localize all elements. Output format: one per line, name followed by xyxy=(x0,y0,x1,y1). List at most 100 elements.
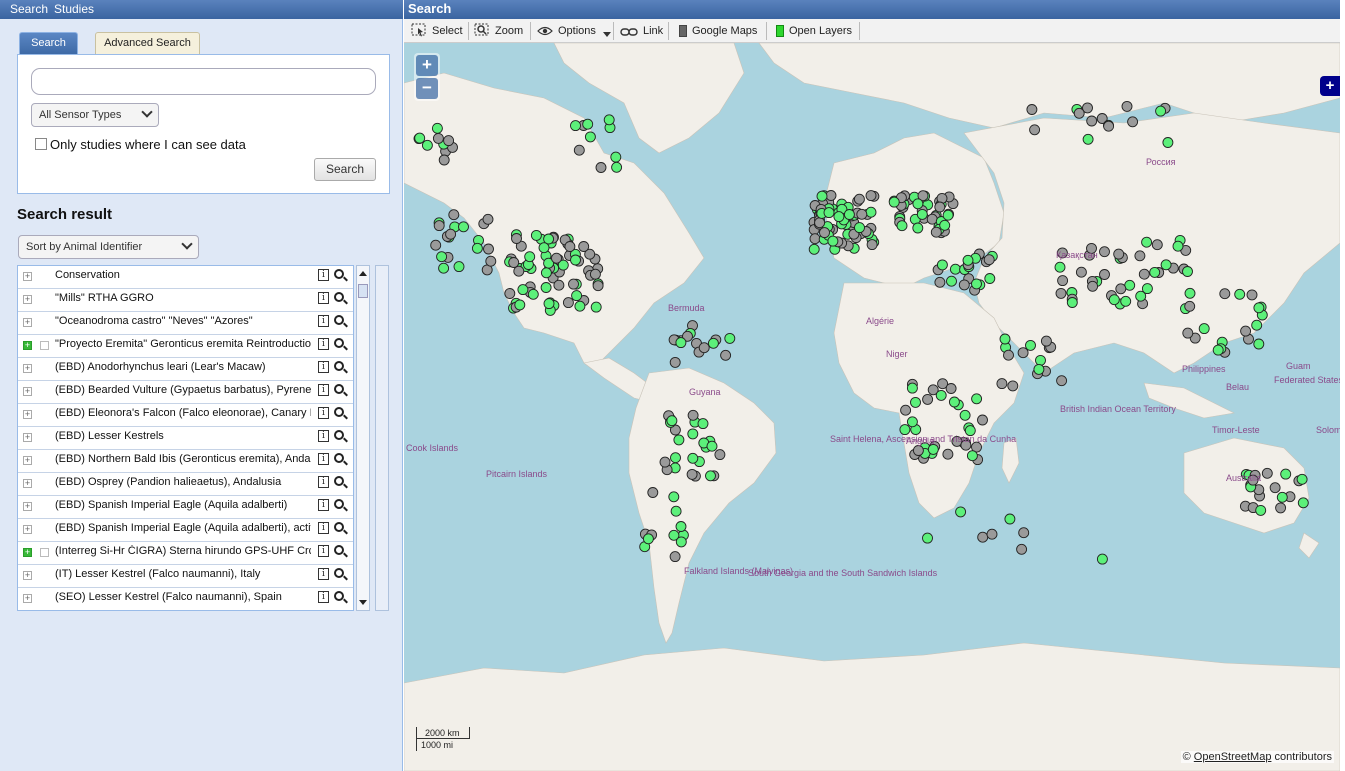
study-marker[interactable] xyxy=(946,275,957,287)
study-marker[interactable] xyxy=(1184,287,1196,299)
study-marker[interactable] xyxy=(1108,294,1120,306)
study-marker[interactable] xyxy=(809,233,821,245)
study-marker[interactable] xyxy=(527,288,539,300)
study-marker[interactable] xyxy=(590,301,602,313)
zoom-to-study-icon[interactable] xyxy=(334,522,344,532)
study-marker[interactable] xyxy=(854,222,865,234)
study-marker[interactable] xyxy=(1086,115,1098,127)
study-marker[interactable] xyxy=(1004,513,1016,525)
study-marker[interactable] xyxy=(675,536,687,548)
study-marker[interactable] xyxy=(668,491,680,503)
study-marker[interactable] xyxy=(482,213,494,225)
expand-icon[interactable]: + xyxy=(23,525,32,534)
open-layers-button[interactable]: Open Layers xyxy=(776,23,852,39)
study-marker[interactable] xyxy=(999,333,1011,345)
study-marker[interactable] xyxy=(934,276,946,288)
study-marker[interactable] xyxy=(705,470,716,482)
row-checkbox[interactable] xyxy=(40,341,49,350)
study-marker[interactable] xyxy=(592,280,604,292)
study-marker[interactable] xyxy=(866,239,878,251)
study-marker[interactable] xyxy=(986,528,998,540)
study-marker[interactable] xyxy=(930,226,942,238)
study-marker[interactable] xyxy=(453,261,465,273)
expand-icon[interactable]: + xyxy=(23,341,32,350)
info-icon[interactable]: i xyxy=(318,269,329,281)
zoom-tool-button[interactable]: Zoom xyxy=(474,23,523,39)
study-marker[interactable] xyxy=(582,118,594,130)
expand-icon[interactable]: + xyxy=(23,548,32,557)
study-marker[interactable] xyxy=(823,207,835,219)
study-marker[interactable] xyxy=(1253,302,1265,314)
study-marker[interactable] xyxy=(504,288,516,299)
expand-icon[interactable]: + xyxy=(23,410,32,419)
study-marker[interactable] xyxy=(574,300,586,312)
study-marker[interactable] xyxy=(1113,248,1125,260)
study-marker[interactable] xyxy=(1138,268,1150,280)
study-marker[interactable] xyxy=(912,222,924,234)
study-marker[interactable] xyxy=(906,382,918,394)
zoom-out-button[interactable]: − xyxy=(416,78,438,99)
scroll-down-arrow-icon[interactable] xyxy=(359,600,367,605)
study-marker[interactable] xyxy=(687,428,699,440)
study-marker[interactable] xyxy=(966,450,978,462)
study-marker[interactable] xyxy=(1103,120,1115,132)
table-row[interactable]: + (EBD) Anodorhynchus leari (Lear's Macaw… xyxy=(18,358,353,381)
study-marker[interactable] xyxy=(1255,504,1267,516)
study-marker[interactable] xyxy=(611,161,623,173)
study-marker[interactable] xyxy=(508,257,520,268)
study-marker[interactable] xyxy=(1280,468,1292,480)
study-marker[interactable] xyxy=(666,415,678,427)
study-marker[interactable] xyxy=(1182,266,1193,277)
study-marker[interactable] xyxy=(551,252,562,264)
study-marker[interactable] xyxy=(958,279,970,291)
study-marker[interactable] xyxy=(888,196,900,208)
study-marker[interactable] xyxy=(483,243,494,255)
results-scrollbar[interactable] xyxy=(356,265,370,611)
study-marker[interactable] xyxy=(642,533,654,545)
info-icon[interactable]: i xyxy=(318,407,329,419)
zoom-to-study-icon[interactable] xyxy=(334,499,344,509)
zoom-to-study-icon[interactable] xyxy=(334,476,344,486)
study-marker[interactable] xyxy=(445,228,457,240)
study-marker[interactable] xyxy=(948,396,960,408)
expand-icon[interactable]: + xyxy=(23,387,32,396)
study-marker[interactable] xyxy=(1096,553,1108,565)
table-row[interactable]: + (SEO) Lesser Kestrel (Falco naumanni), … xyxy=(18,588,353,610)
study-marker[interactable] xyxy=(438,154,450,166)
study-marker[interactable] xyxy=(530,229,542,241)
study-marker[interactable] xyxy=(1017,347,1029,359)
study-marker[interactable] xyxy=(1033,363,1045,375)
zoom-to-study-icon[interactable] xyxy=(334,591,344,601)
study-marker[interactable] xyxy=(562,297,574,309)
study-marker[interactable] xyxy=(922,393,934,405)
study-marker[interactable] xyxy=(1275,502,1287,514)
study-marker[interactable] xyxy=(949,263,961,275)
osm-link[interactable]: OpenStreetMap xyxy=(1194,751,1272,763)
study-marker[interactable] xyxy=(1082,133,1094,145)
study-marker[interactable] xyxy=(1149,266,1161,278)
study-marker[interactable] xyxy=(1073,107,1085,119)
study-marker[interactable] xyxy=(659,456,671,468)
expand-icon[interactable]: + xyxy=(23,295,32,304)
sort-select[interactable]: Sort by Animal Identifier xyxy=(18,235,199,259)
link-button[interactable]: Link xyxy=(620,23,663,39)
study-marker[interactable] xyxy=(971,393,983,405)
info-icon[interactable]: i xyxy=(318,499,329,511)
nav-studies[interactable]: Studies xyxy=(54,2,94,16)
study-marker[interactable] xyxy=(571,290,583,302)
expand-icon[interactable]: + xyxy=(23,502,32,511)
zoom-to-study-icon[interactable] xyxy=(334,568,344,578)
study-marker[interactable] xyxy=(1040,335,1052,347)
study-marker[interactable] xyxy=(942,209,954,221)
study-marker[interactable] xyxy=(865,206,877,218)
study-marker[interactable] xyxy=(1115,283,1127,295)
study-marker[interactable] xyxy=(1007,380,1019,392)
study-marker[interactable] xyxy=(983,254,995,266)
study-marker[interactable] xyxy=(945,383,957,394)
study-marker[interactable] xyxy=(1066,297,1078,308)
study-marker[interactable] xyxy=(568,278,579,290)
study-marker[interactable] xyxy=(833,211,845,223)
study-marker[interactable] xyxy=(912,445,924,456)
study-marker[interactable] xyxy=(955,506,967,518)
table-row[interactable]: + (EBD) Osprey (Pandion halieaetus), Anda… xyxy=(18,473,353,496)
